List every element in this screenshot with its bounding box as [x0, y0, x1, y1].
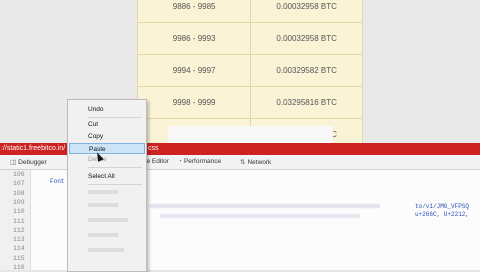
payout-cell: 0.00032958 BTC [250, 0, 363, 23]
roll-range-cell: 9886 - 9985 [136, 0, 252, 23]
line-number: 113 [13, 236, 25, 244]
menu-item-copy[interactable]: Copy [69, 131, 145, 142]
roll-range-cell: 9994 - 9997 [136, 54, 252, 87]
blurred-code-line [150, 204, 380, 208]
line-number: 107 [13, 180, 25, 188]
line-gutter: 106 107 108 109 110 111 112 113 114 115 116 [0, 170, 31, 271]
line-number: 115 [13, 254, 25, 262]
roll-range-cell: 9986 - 9993 [136, 22, 252, 55]
line-number: 109 [13, 198, 25, 206]
roll-range-cell: 9998 - 9999 [136, 86, 252, 119]
payout-cell: 0.03295816 BTC [250, 86, 363, 119]
line-number: 108 [13, 189, 25, 197]
table-row: 9886 - 9985 0.00032958 BTC [136, 0, 363, 23]
menu-item-faded [88, 218, 128, 222]
menu-item-faded [88, 190, 118, 194]
menu-item-undo-label: Undo [88, 106, 104, 113]
tab-network[interactable]: ⇅ Network [240, 158, 271, 166]
menu-item-select-all[interactable]: Select All [69, 171, 145, 182]
tab-debugger-label: Debugger [18, 159, 47, 166]
line-number: 114 [13, 245, 25, 253]
captcha-box[interactable] [168, 126, 480, 266]
code-url-fragment: to/v1/JMG_VFPSQ [415, 203, 470, 210]
tab-network-label: Network [247, 159, 272, 166]
payout-cell: 0.00032958 BTC [250, 22, 363, 55]
line-number: 112 [13, 226, 25, 234]
table-row: 9998 - 9999 0.03295816 BTC [136, 86, 363, 119]
code-unicode-range: u+266C, U+2212, [415, 211, 470, 218]
menu-item-cut[interactable]: Cut [69, 119, 145, 130]
menu-separator [88, 184, 142, 185]
performance-icon: ◔ [178, 158, 182, 165]
tab-performance-label: Performance [183, 158, 222, 165]
table-row: 9994 - 9997 0.00329582 BTC [136, 54, 363, 87]
tab-performance[interactable]: ◔ Performance [178, 158, 221, 165]
menu-separator [88, 167, 142, 168]
menu-separator [88, 117, 142, 118]
tab-style-editor-label: le Editor [145, 158, 169, 165]
network-icon: ⇅ [240, 159, 246, 166]
context-menu: Undo Cut Copy Paste Delete Select All [67, 99, 147, 272]
menu-item-faded [88, 203, 118, 207]
menu-item-paste[interactable]: Paste [69, 143, 145, 154]
tab-debugger[interactable]: ◫ Debugger [10, 158, 47, 166]
code-font-keyword: Font [50, 178, 65, 185]
menu-item-faded [88, 233, 118, 237]
menu-item-delete[interactable]: Delete [69, 154, 145, 165]
menu-item-undo[interactable]: Undo [69, 104, 145, 115]
payout-cell: 0.00329582 BTC [250, 54, 363, 87]
line-number: 106 [13, 171, 25, 178]
table-row: 9986 - 9993 0.00032958 BTC [136, 22, 363, 55]
url-text-end: css [148, 145, 159, 152]
url-text-start: ://static1.freebitco.in/ [1, 145, 66, 152]
debugger-icon: ◫ [10, 159, 17, 166]
blurred-code-line [160, 214, 360, 218]
line-number: 110 [13, 208, 25, 216]
menu-item-cut-label: Cut [88, 121, 99, 128]
menu-item-faded [88, 248, 124, 252]
menu-item-copy-label: Copy [88, 133, 104, 140]
line-number: 111 [13, 217, 25, 225]
tab-style-editor[interactable]: le Editor [145, 158, 169, 165]
menu-item-select-all-label: Select All [88, 173, 115, 180]
